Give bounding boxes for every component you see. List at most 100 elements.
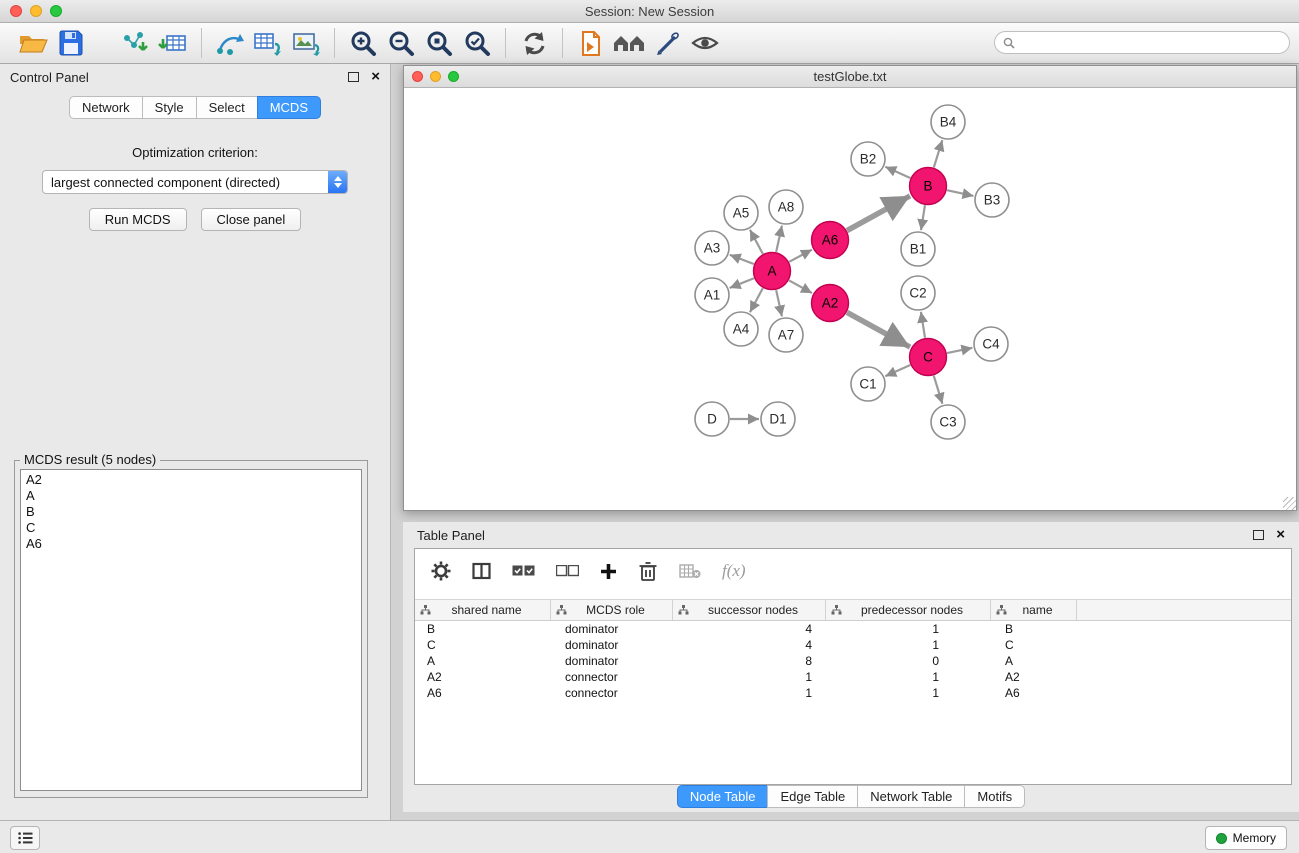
table-tab-node-table[interactable]: Node Table [677, 785, 769, 808]
network-maximize-button[interactable] [448, 71, 459, 82]
table-row[interactable]: Adominator80A [415, 653, 1291, 669]
network-node-A3[interactable]: A3 [695, 231, 729, 265]
network-node-C3[interactable]: C3 [931, 405, 965, 439]
table-cell[interactable]: dominator [551, 654, 673, 668]
table-cell[interactable]: connector [551, 670, 673, 684]
table-tab-edge-table[interactable]: Edge Table [767, 785, 858, 808]
clone-network-button[interactable] [211, 26, 249, 60]
network-canvas[interactable]: B4B2BB3A8A5A6A3B1AC2A1A2A4A7C4CC1C3DD1 [404, 88, 1296, 510]
network-node-C4[interactable]: C4 [974, 327, 1008, 361]
network-edge-C-C4[interactable] [947, 348, 972, 353]
float-table-panel-icon[interactable] [1253, 530, 1264, 540]
network-node-A1[interactable]: A1 [695, 278, 729, 312]
network-edge-B-B2[interactable] [885, 167, 910, 178]
tab-mcds[interactable]: MCDS [257, 96, 321, 119]
network-edge-C-C2[interactable] [921, 312, 925, 338]
export-image-button[interactable] [287, 26, 325, 60]
tab-select[interactable]: Select [196, 96, 258, 119]
column-header-predecessor-nodes[interactable]: predecessor nodes [826, 600, 991, 620]
column-header-successor-nodes[interactable]: successor nodes [673, 600, 826, 620]
mcds-result-item[interactable]: A [26, 488, 356, 504]
delete-table-button[interactable] [679, 563, 701, 579]
network-table-export-button[interactable] [249, 26, 287, 60]
import-network-button[interactable] [116, 26, 154, 60]
table-cell[interactable]: 4 [673, 638, 826, 652]
table-row[interactable]: Bdominator41B [415, 621, 1291, 637]
table-cell[interactable]: C [415, 638, 551, 652]
network-node-A8[interactable]: A8 [769, 190, 803, 224]
zoom-actual-size-button[interactable] [420, 26, 458, 60]
table-cell[interactable]: A [415, 654, 551, 668]
table-cell[interactable]: connector [551, 686, 673, 700]
network-edge-C-C1[interactable] [885, 365, 910, 376]
deselect-all-button[interactable] [556, 565, 579, 577]
search-input[interactable] [1020, 35, 1289, 51]
zoom-in-button[interactable] [344, 26, 382, 60]
table-cell[interactable]: dominator [551, 638, 673, 652]
network-edge-A-A5[interactable] [750, 230, 763, 254]
mcds-result-item[interactable]: A6 [26, 536, 356, 552]
table-tab-network-table[interactable]: Network Table [857, 785, 965, 808]
table-cell[interactable]: 1 [826, 622, 991, 636]
network-node-C[interactable]: C [910, 339, 947, 376]
network-edge-A6-B[interactable] [847, 196, 910, 231]
network-node-C2[interactable]: C2 [901, 276, 935, 310]
network-edge-A-A2[interactable] [789, 280, 812, 293]
column-header-MCDS-role[interactable]: MCDS role [551, 600, 673, 620]
network-node-A4[interactable]: A4 [724, 312, 758, 346]
network-node-B2[interactable]: B2 [851, 142, 885, 176]
task-history-button[interactable] [10, 826, 40, 850]
table-cell[interactable]: 8 [673, 654, 826, 668]
zoom-fit-button[interactable] [458, 26, 496, 60]
table-cell[interactable]: C [991, 638, 1077, 652]
network-edge-A-A4[interactable] [750, 288, 763, 312]
select-all-button[interactable] [512, 565, 535, 577]
home-view-button[interactable] [610, 26, 648, 60]
network-node-A6[interactable]: A6 [812, 222, 849, 259]
table-cell[interactable]: 1 [673, 686, 826, 700]
mcds-result-list[interactable]: A2ABCA6 [20, 469, 362, 791]
mcds-result-item[interactable]: B [26, 504, 356, 520]
network-edge-A-A7[interactable] [776, 290, 782, 316]
delete-column-button[interactable] [638, 561, 658, 582]
column-header-name[interactable]: name [991, 600, 1077, 620]
table-row[interactable]: A2connector11A2 [415, 669, 1291, 685]
network-edge-A2-C[interactable] [847, 312, 910, 347]
network-edge-B-B4[interactable] [934, 140, 943, 167]
network-node-A[interactable]: A [754, 253, 791, 290]
minimize-window-button[interactable] [30, 5, 42, 17]
table-cell[interactable]: 1 [826, 686, 991, 700]
table-cell[interactable]: B [415, 622, 551, 636]
network-edge-A-A8[interactable] [776, 226, 782, 252]
network-node-B1[interactable]: B1 [901, 232, 935, 266]
network-edge-B-B1[interactable] [921, 205, 925, 230]
run-mcds-button[interactable]: Run MCDS [89, 208, 187, 231]
network-node-D[interactable]: D [695, 402, 729, 436]
table-cell[interactable]: A6 [991, 686, 1077, 700]
network-edge-C-C3[interactable] [934, 376, 943, 404]
show-columns-button[interactable] [472, 562, 491, 580]
zoom-out-button[interactable] [382, 26, 420, 60]
network-close-button[interactable] [412, 71, 423, 82]
table-cell[interactable]: A6 [415, 686, 551, 700]
network-node-C1[interactable]: C1 [851, 367, 885, 401]
network-edge-A-A3[interactable] [730, 255, 754, 264]
clipboard-document-button[interactable] [572, 26, 610, 60]
network-node-B4[interactable]: B4 [931, 105, 965, 139]
function-builder-button[interactable]: f(x) [722, 561, 746, 581]
network-node-A7[interactable]: A7 [769, 318, 803, 352]
table-cell[interactable]: A2 [991, 670, 1077, 684]
table-cell[interactable]: A2 [415, 670, 551, 684]
toolbar-search[interactable] [994, 31, 1290, 54]
network-minimize-button[interactable] [430, 71, 441, 82]
network-edge-A-A6[interactable] [789, 250, 812, 262]
close-window-button[interactable] [10, 5, 22, 17]
annotation-wand-button[interactable] [648, 26, 686, 60]
add-column-button[interactable] [600, 563, 617, 580]
optimization-criterion-dropdown[interactable]: largest connected component (directed) [42, 170, 348, 194]
table-cell[interactable]: dominator [551, 622, 673, 636]
table-cell[interactable]: 1 [826, 638, 991, 652]
dropdown-stepper-icon[interactable] [328, 171, 347, 193]
close-table-panel-icon[interactable]: × [1276, 529, 1285, 541]
table-tab-motifs[interactable]: Motifs [964, 785, 1025, 808]
